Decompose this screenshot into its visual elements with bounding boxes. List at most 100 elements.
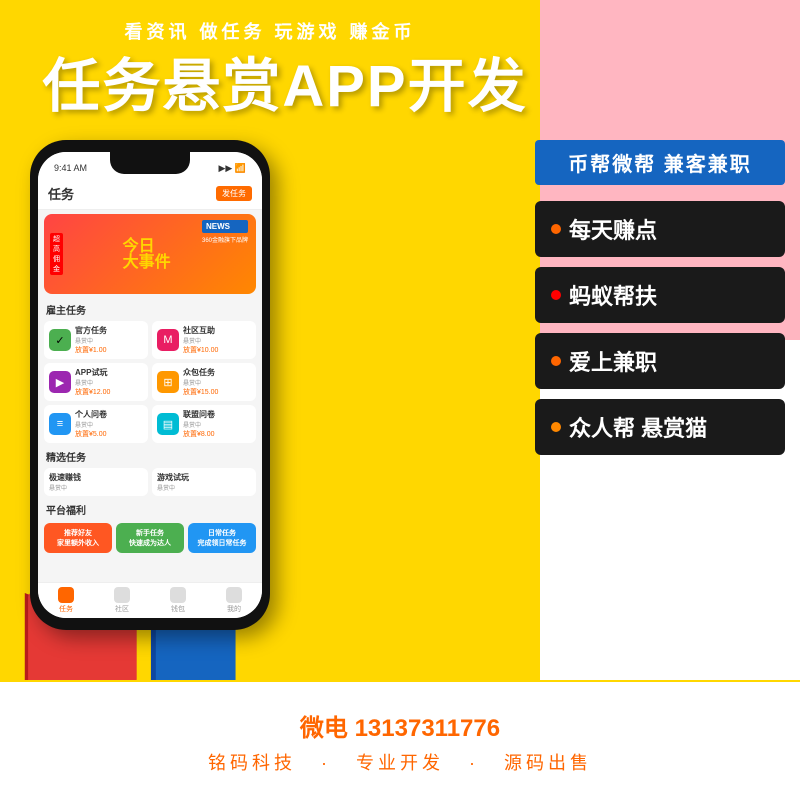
nav-dot-task (58, 587, 74, 603)
feature-text-3: 爱上兼职 (569, 345, 657, 377)
task-desc-3: 悬赏中 (75, 378, 143, 387)
feature-dot-1 (551, 224, 561, 234)
feature-item-4: 众人帮 悬赏猫 (535, 399, 785, 455)
task-desc-6: 悬赏中 (183, 420, 251, 429)
selected-item-2[interactable]: 游戏试玩 悬赏中 (152, 468, 256, 496)
feature-banner: 币帮微帮 兼客兼职 (535, 140, 785, 185)
phone-title: 任务 (48, 184, 74, 203)
task-icon-1: ✓ (49, 329, 71, 351)
nav-label-mine: 我的 (227, 606, 241, 613)
platform-benefits: 推荐好友家里额外收入 新手任务快速成为达人 日常任务完成领日常任务 (38, 519, 262, 557)
task-reward-5: 放置¥5.00 (75, 429, 143, 439)
phone-bottom-nav: 任务 社区 钱包 我的 (38, 582, 262, 618)
task-item-1[interactable]: ✓ 官方任务 悬赏中 放置¥1.00 (44, 321, 148, 359)
contact-label: 微电 (300, 715, 348, 742)
company-line: 铭码科技 · 专业开发 · 源码出售 (200, 749, 600, 775)
task-reward-3: 放置¥12.00 (75, 387, 143, 397)
task-name-6: 联盟问卷 (183, 409, 251, 420)
selected-item-1[interactable]: 极速赚钱 悬赏中 (44, 468, 148, 496)
nav-label-task: 任务 (59, 606, 73, 613)
task-desc-2: 悬赏中 (183, 336, 251, 345)
nav-dot-mine (226, 587, 242, 603)
main-container: 看资讯 做任务 玩游戏 赚金币 任务悬赏APP开发 9:41 AM ▶▶ 📶 任… (0, 0, 800, 800)
footer: 微电 13137311776 铭码科技 · 专业开发 · 源码出售 (0, 680, 800, 800)
task-item-5[interactable]: ≡ 个人问卷 悬赏中 放置¥5.00 (44, 405, 148, 443)
service-1: 专业开发 (356, 753, 444, 773)
benefit-3[interactable]: 日常任务完成领日常任务 (188, 523, 256, 553)
top-slogan: 看资讯 做任务 玩游戏 赚金币 (0, 18, 540, 44)
company-name: 铭码科技 (208, 753, 296, 773)
task-icon-3: ▶ (49, 371, 71, 393)
employer-section-title: 雇主任务 (38, 298, 262, 319)
task-info-1: 官方任务 悬赏中 放置¥1.00 (75, 325, 143, 355)
feature-text-2: 蚂蚁帮扶 (569, 279, 657, 311)
task-desc-5: 悬赏中 (75, 420, 143, 429)
service-separator-1: · (321, 753, 340, 773)
task-item-2[interactable]: M 社区互助 悬赏中 放置¥10.00 (152, 321, 256, 359)
task-icon-2: M (157, 329, 179, 351)
nav-mine[interactable]: 我的 (226, 587, 242, 614)
nav-wallet[interactable]: 钱包 (170, 587, 186, 614)
task-reward-2: 放置¥10.00 (183, 345, 251, 355)
task-item-6[interactable]: ▤ 联盟问卷 悬赏中 放置¥8.00 (152, 405, 256, 443)
phone-notch (110, 152, 190, 174)
selected-name-2: 游戏试玩 (157, 472, 251, 483)
task-reward-6: 放置¥8.00 (183, 429, 251, 439)
phone-signal: ▶▶ 📶 (218, 163, 246, 174)
banner-left: 超高佣金 (44, 227, 123, 282)
contact-line: 微电 13137311776 (300, 708, 500, 743)
service-2: 源码出售 (504, 753, 592, 773)
feature-item-3: 爱上兼职 (535, 333, 785, 389)
selected-tasks: 极速赚钱 悬赏中 游戏试玩 悬赏中 (38, 466, 262, 498)
feature-item-1: 每天赚点 (535, 201, 785, 257)
nav-dot-wallet (170, 587, 186, 603)
feature-text-1: 每天赚点 (569, 213, 657, 245)
feature-dot-2 (551, 290, 561, 300)
phone-header: 任务 发任务 (38, 180, 262, 210)
task-desc-4: 悬赏中 (183, 378, 251, 387)
phone-inner: 9:41 AM ▶▶ 📶 任务 发任务 超高佣金 今日大事件 NEWS 360金… (38, 152, 262, 618)
nav-label-wallet: 钱包 (171, 606, 185, 613)
task-icon-5: ≡ (49, 413, 71, 435)
banner-tag: 超高佣金 (50, 233, 63, 275)
task-icon-6: ▤ (157, 413, 179, 435)
task-name-4: 众包任务 (183, 367, 251, 378)
benefit-2[interactable]: 新手任务快速成为达人 (116, 523, 184, 553)
task-reward-4: 放置¥15.00 (183, 387, 251, 397)
phone-banner: 超高佣金 今日大事件 NEWS 360金融旗下品牌 (44, 214, 256, 294)
right-panel: 币帮微帮 兼客兼职 每天赚点 蚂蚁帮扶 爱上兼职 众人帮 悬赏猫 (535, 140, 785, 465)
phone-mockup: 9:41 AM ▶▶ 📶 任务 发任务 超高佣金 今日大事件 NEWS 360金… (30, 140, 270, 630)
tasks-grid: ✓ 官方任务 悬赏中 放置¥1.00 M 社区互助 悬赏中 放置¥10.00 (38, 319, 262, 445)
task-name-3: APP试玩 (75, 367, 143, 378)
selected-desc-2: 悬赏中 (157, 483, 251, 492)
task-info-4: 众包任务 悬赏中 放置¥15.00 (183, 367, 251, 397)
phone-time: 9:41 AM (54, 163, 87, 173)
nav-dot-community (114, 587, 130, 603)
benefit-1[interactable]: 推荐好友家里额外收入 (44, 523, 112, 553)
task-icon-4: ⊞ (157, 371, 179, 393)
task-info-6: 联盟问卷 悬赏中 放置¥8.00 (183, 409, 251, 439)
task-item-4[interactable]: ⊞ 众包任务 悬赏中 放置¥15.00 (152, 363, 256, 401)
nav-community[interactable]: 社区 (114, 587, 130, 614)
task-desc-1: 悬赏中 (75, 336, 143, 345)
task-name-1: 官方任务 (75, 325, 143, 336)
task-info-3: APP试玩 悬赏中 放置¥12.00 (75, 367, 143, 397)
feature-dot-3 (551, 356, 561, 366)
task-item-3[interactable]: ▶ APP试玩 悬赏中 放置¥12.00 (44, 363, 148, 401)
platform-section-title: 平台福利 (38, 498, 262, 519)
feature-dot-4 (551, 422, 561, 432)
task-reward-1: 放置¥1.00 (75, 345, 143, 355)
selected-section-title: 精选任务 (38, 445, 262, 466)
task-name-2: 社区互助 (183, 325, 251, 336)
selected-name-1: 极速赚钱 (49, 472, 143, 483)
phone-post-btn[interactable]: 发任务 (216, 186, 252, 201)
selected-desc-1: 悬赏中 (49, 483, 143, 492)
banner-news: NEWS 360金融旗下品牌 (202, 220, 248, 244)
nav-task[interactable]: 任务 (58, 587, 74, 614)
service-separator-2: · (469, 753, 488, 773)
contact-number: 13137311776 (355, 715, 501, 742)
main-title: 任务悬赏APP开发 (15, 55, 555, 119)
task-info-2: 社区互助 悬赏中 放置¥10.00 (183, 325, 251, 355)
task-name-5: 个人问卷 (75, 409, 143, 420)
feature-item-2: 蚂蚁帮扶 (535, 267, 785, 323)
